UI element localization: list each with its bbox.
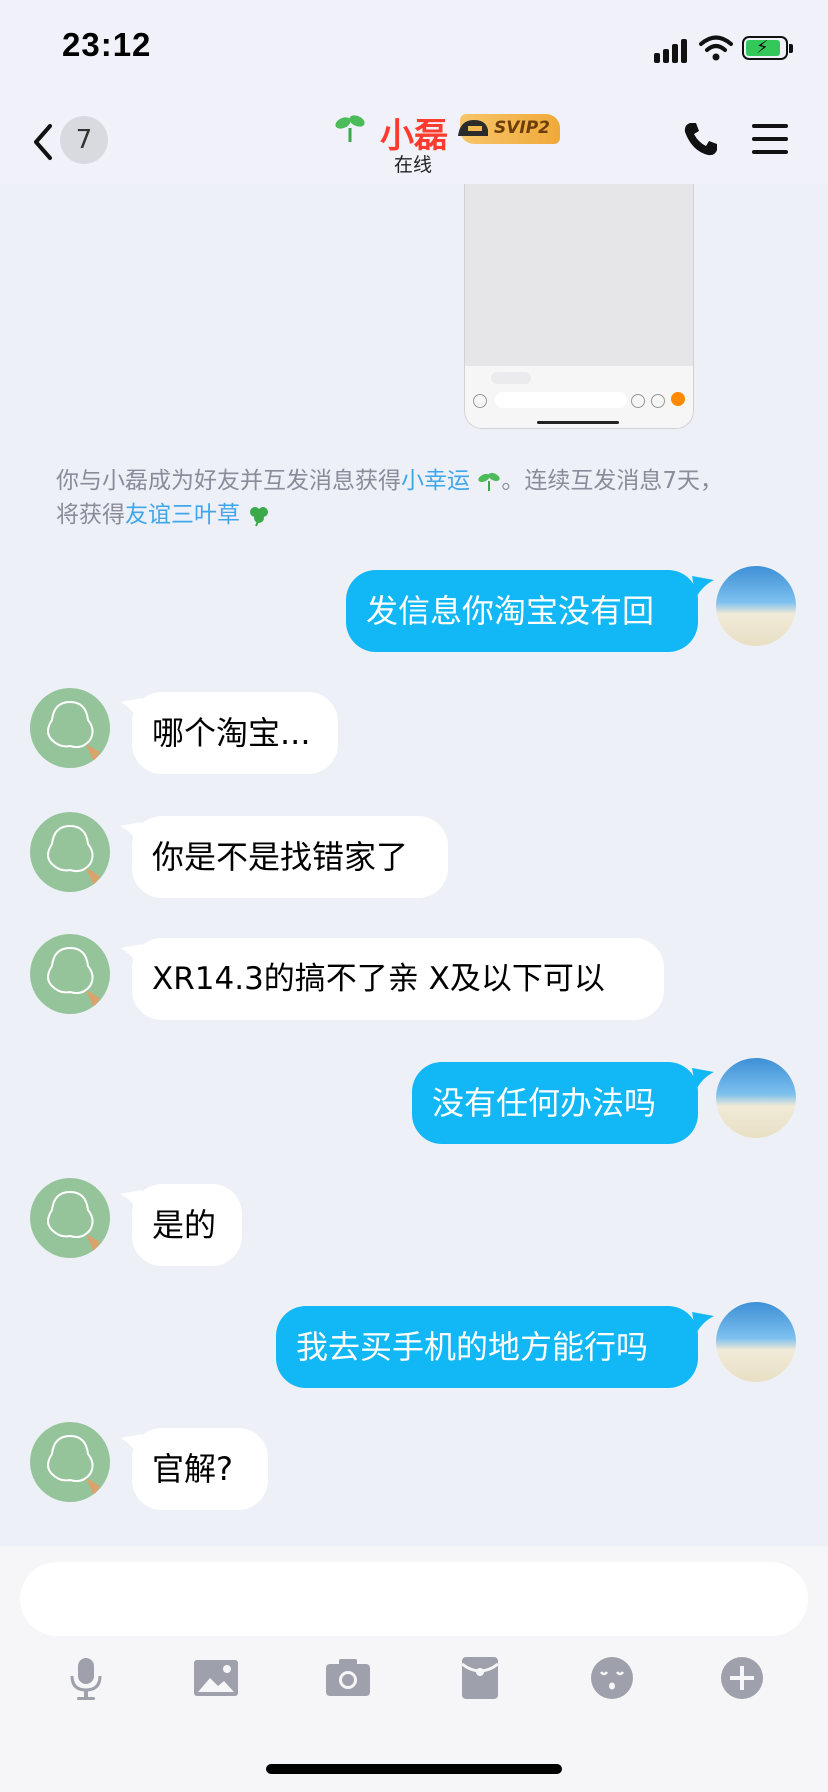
contact-avatar[interactable] [30,812,110,892]
bubble-tail [120,944,142,966]
bubble-tail [692,576,714,598]
battery-icon: ⚡ [742,36,793,60]
contact-avatar[interactable] [30,688,110,768]
red-packet-icon[interactable] [456,1654,504,1702]
microphone-icon[interactable] [62,1654,110,1702]
incoming-message[interactable]: 你是不是找错家了 [132,816,448,898]
status-bar: 23:12 ⚡ [0,0,828,100]
incoming-message[interactable]: 官解? [132,1428,268,1510]
my-avatar[interactable] [716,566,796,646]
status-time: 23:12 [62,26,152,63]
chat-title[interactable]: 小磊 SVIP2 在线 [334,108,564,178]
contact-avatar[interactable] [30,934,110,1014]
incoming-message[interactable]: XR14.3的搞不了亲 X及以下可以 [132,938,664,1020]
message-input[interactable] [20,1562,808,1636]
my-avatar[interactable] [716,1058,796,1138]
phone-call-icon[interactable] [682,120,720,158]
outgoing-message[interactable]: 我去买手机的地方能行吗 [276,1306,698,1388]
notice-text: 。连续互发消息7天， [501,468,723,494]
clover-link[interactable]: 友谊三叶草 [125,502,240,528]
bubble-tail [120,698,142,720]
contact-avatar[interactable] [30,1178,110,1258]
shared-image-preview[interactable] [464,184,694,429]
bubble-tail [120,1434,142,1456]
notice-text: 将获得 [56,502,125,528]
bubble-tail [692,1312,714,1334]
incoming-message[interactable]: 是的 [132,1184,242,1266]
bubble-tail [120,822,142,844]
clover-icon [250,507,269,527]
lucky-link[interactable]: 小幸运 [401,468,470,494]
contact-avatar[interactable] [30,1422,110,1502]
unread-count-badge[interactable]: 7 [60,116,108,164]
image-icon[interactable] [192,1654,240,1702]
outgoing-message[interactable]: 发信息你淘宝没有回 [346,570,698,652]
sprout-icon [335,115,365,142]
vip-helmet-icon [458,120,488,136]
incoming-message[interactable]: 哪个淘宝... [132,692,338,774]
wifi-icon [699,35,733,61]
camera-icon[interactable] [324,1654,372,1702]
notice-text: 你与小磊成为好友并互发消息获得 [56,468,401,494]
outgoing-message[interactable]: 没有任何办法吗 [412,1062,698,1144]
vip-badge: SVIP2 [458,114,560,144]
cellular-signal-icon [654,37,690,63]
system-notice: 你与小磊成为好友并互发消息获得小幸运 。连续互发消息7天， 将获得友谊三叶草 [56,464,772,532]
sprout-icon [478,472,500,491]
emoji-icon[interactable] [588,1654,636,1702]
presence-status: 在线 [394,154,433,176]
my-avatar[interactable] [716,1302,796,1382]
back-chevron-icon[interactable] [28,122,58,162]
menu-icon[interactable] [752,124,788,154]
bubble-tail [120,1190,142,1212]
bubble-tail [692,1068,714,1090]
home-indicator [266,1764,562,1774]
plus-icon[interactable] [718,1654,766,1702]
